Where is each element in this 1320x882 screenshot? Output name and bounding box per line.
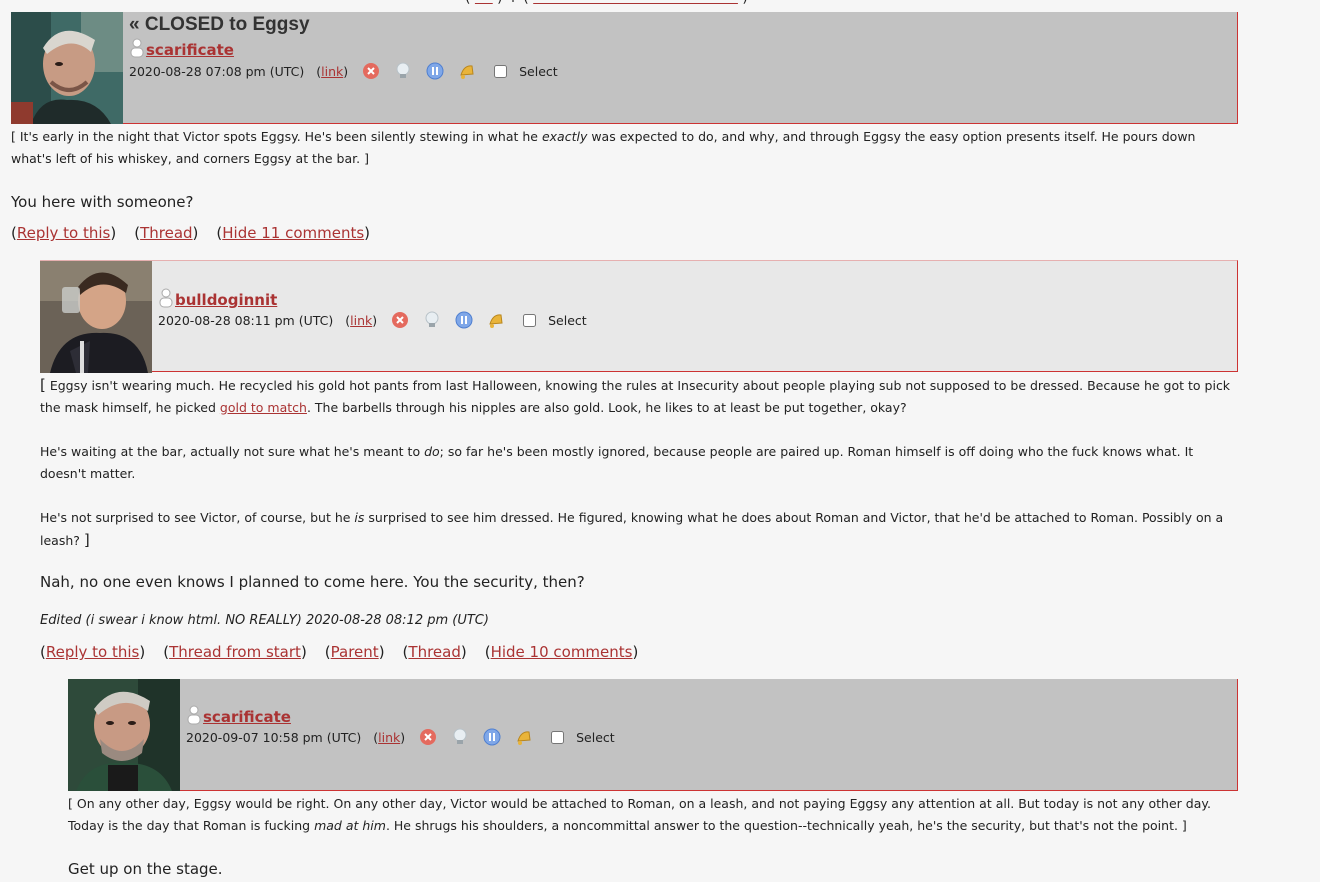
comment-speech: You here with someone? [11,193,194,211]
thread-from-start-link[interactable]: Thread from start [169,643,301,661]
edited-note: Edited (i swear i know html. NO REALLY) … [40,613,489,628]
comment-meta: 2020-09-07 10:58 pm (UTC) (link) Select [186,728,615,746]
freeze-icon[interactable] [455,311,473,329]
screen-icon[interactable] [394,62,412,80]
comment-permalink[interactable]: link [378,730,400,745]
select-checkbox[interactable] [494,64,508,78]
username-link[interactable]: scarificate [146,41,234,59]
track-icon[interactable] [458,62,476,80]
comment-permalink[interactable]: link [321,64,343,79]
comment-meta: 2020-08-28 08:11 pm (UTC) (link) Select [158,311,587,329]
body-emphasis: exactly [541,129,588,144]
comment-date: 2020-09-07 10:58 pm (UTC) [186,729,362,745]
comment-permalink[interactable]: link [350,313,372,328]
user-icon[interactable] [158,288,174,312]
gold-to-match-link[interactable]: gold to match [220,400,307,415]
comment-body: [ It's early in the night that Victor sp… [11,126,1239,170]
comment-subject: « CLOSED to Eggsy [129,14,310,35]
delete-icon[interactable] [419,728,437,746]
avatar[interactable] [11,12,123,124]
comment-date: 2020-08-28 07:08 pm (UTC) [129,63,305,79]
comment-actions: (Reply to this) (Thread) (Hide 11 comments… [11,224,371,242]
body-emphasis: mad at him [314,818,386,833]
comment-header: bulldoginnit 2020-08-28 08:11 pm (UTC) (… [40,260,1238,373]
username-link[interactable]: bulldoginnit [175,291,277,309]
username: scarificate [186,705,291,729]
select-checkbox[interactable] [551,730,565,744]
comment-body: [ Eggsy isn't wearing much. He recycled … [40,376,1231,549]
user-icon[interactable] [129,38,145,62]
parent-link[interactable]: Parent [331,643,379,661]
track-icon[interactable] [487,311,505,329]
select-label: Select [548,312,587,328]
track-icon[interactable] [515,728,533,746]
username: scarificate [129,38,234,62]
body-text: He's not surprised to see Victor, of cou… [40,510,355,525]
reply-link[interactable]: Reply to this [17,224,111,242]
avatar[interactable] [40,261,152,373]
avatar[interactable] [68,679,180,791]
username: bulldoginnit [158,288,277,312]
comment-body: [ On any other day, Eggsy would be right… [68,793,1240,837]
comment-actions: (Reply to this) (Thread from start) (Paren… [40,643,639,661]
top-nav-prev-link[interactable] [475,0,493,6]
top-nav-entry-link[interactable] [533,0,738,6]
body-text: . The barbells through his nipples are a… [306,400,907,415]
freeze-icon[interactable] [483,728,501,746]
comment-meta: 2020-08-28 07:08 pm (UTC) (link) Select [129,62,558,80]
reply-link[interactable]: Reply to this [46,643,140,661]
body-emphasis: is [354,510,365,525]
username-link[interactable]: scarificate [203,708,291,726]
delete-icon[interactable] [391,311,409,329]
comment-header: scarificate 2020-09-07 10:58 pm (UTC) (l… [68,679,1238,791]
comment-date: 2020-08-28 08:11 pm (UTC) [158,312,334,328]
hide-comments-link[interactable]: Hide 11 comments [222,224,364,242]
comment-header: « CLOSED to Eggsy scarificate 2020-08-28… [11,12,1238,124]
comment-speech: Get up on the stage. [68,860,223,878]
select-label: Select [519,63,558,79]
body-emphasis: do [424,444,440,459]
screen-icon[interactable] [451,728,469,746]
hide-comments-link[interactable]: Hide 10 comments [491,643,633,661]
body-text: . He shrugs his shoulders, a noncommitta… [385,818,1187,833]
thread-link[interactable]: Thread [408,643,460,661]
body-text: [ It's early in the night that Victor sp… [11,129,542,144]
screen-icon[interactable] [423,311,441,329]
freeze-icon[interactable] [426,62,444,80]
thread-link[interactable]: Thread [140,224,192,242]
user-icon[interactable] [186,705,202,729]
top-nav: ( ) ↑ ( ) [465,0,748,6]
delete-icon[interactable] [362,62,380,80]
body-text: He's waiting at the bar, actually not su… [40,444,425,459]
select-checkbox[interactable] [523,313,537,327]
select-label: Select [576,729,615,745]
comment-speech: Nah, no one even knows I planned to come… [40,573,585,591]
